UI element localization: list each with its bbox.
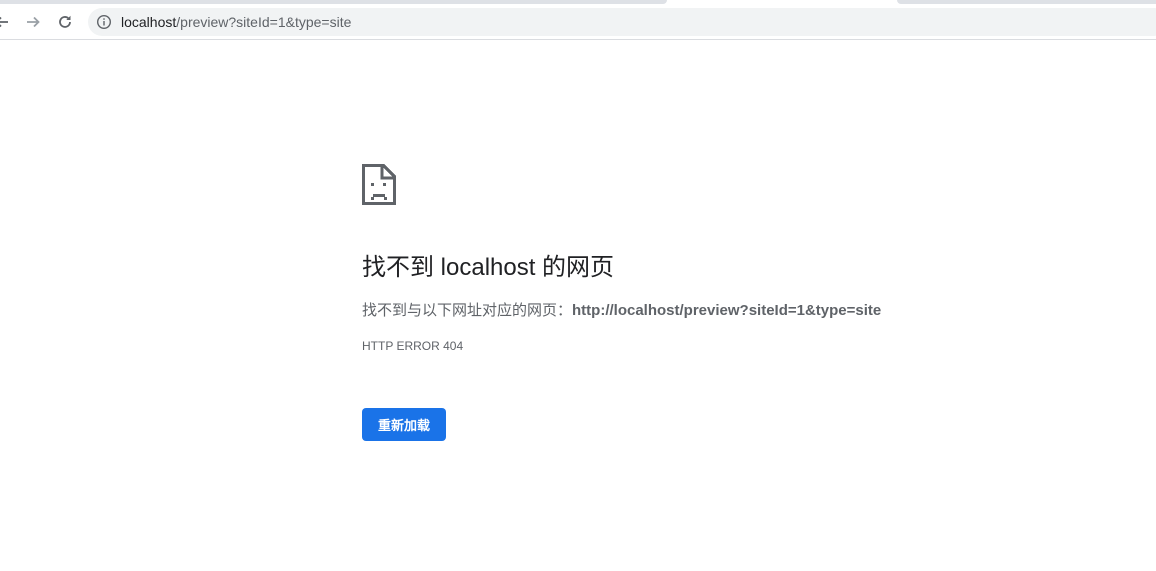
error-code: HTTP ERROR 404	[362, 339, 464, 353]
info-icon[interactable]	[96, 14, 112, 30]
description-url: http://localhost/preview?siteId=1&type=s…	[572, 302, 882, 319]
url-text[interactable]: localhost/preview?siteId=1&type=site	[121, 14, 351, 30]
forward-arrow-icon	[27, 16, 40, 28]
back-button[interactable]	[0, 8, 16, 36]
error-page: 找不到 localhost 的网页 找不到与以下网址对应的网页：http://l…	[0, 41, 1156, 571]
error-description: 找不到与以下网址对应的网页：http://localhost/preview?s…	[362, 302, 881, 320]
url-host: localhost	[121, 14, 177, 30]
page-title: 找不到 localhost 的网页	[362, 254, 615, 281]
reload-toolbar-button[interactable]	[51, 8, 79, 36]
description-prefix: 找不到与以下网址对应的网页：	[362, 302, 573, 319]
forward-button[interactable]	[19, 8, 47, 36]
sad-page-icon	[362, 164, 396, 205]
url-path: /preview?siteId=1&type=site	[176, 14, 352, 30]
browser-toolbar: localhost/preview?siteId=1&type=site	[0, 4, 1156, 40]
back-arrow-icon	[0, 16, 8, 28]
reload-icon	[59, 15, 71, 28]
reload-button[interactable]: 重新加载	[362, 408, 446, 441]
address-bar[interactable]: localhost/preview?siteId=1&type=site	[88, 8, 1156, 36]
